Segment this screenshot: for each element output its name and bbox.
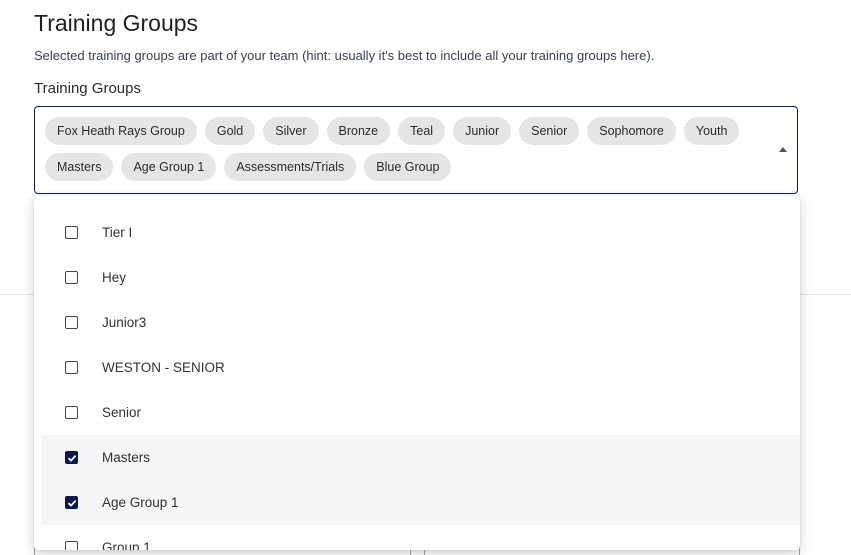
option-label: Senior [102, 405, 142, 420]
dropdown-option[interactable]: Group 1 [41, 525, 800, 550]
checkbox[interactable] [65, 316, 78, 329]
page-subtitle: Selected training groups are part of you… [34, 48, 655, 63]
option-label: Hey [102, 270, 127, 285]
chip[interactable]: Youth [683, 117, 740, 145]
page-title: Training Groups [34, 10, 199, 36]
chip-list: Fox Heath Rays Group Gold Silver Bronze … [45, 117, 765, 181]
chip[interactable]: Sophomore [587, 117, 676, 145]
checkbox[interactable] [65, 451, 78, 464]
option-label: Masters [102, 450, 151, 465]
option-label: Tier I [102, 225, 133, 240]
check-icon [67, 454, 76, 462]
chip[interactable]: Senior [519, 117, 580, 145]
dropdown-option[interactable]: Senior [41, 390, 800, 435]
chip[interactable]: Gold [204, 117, 256, 145]
dropdown-option[interactable]: Masters [41, 435, 800, 480]
checkbox[interactable] [65, 271, 78, 284]
option-label: Group 1 [102, 540, 151, 550]
checkbox[interactable] [65, 541, 78, 550]
option-label: Age Group 1 [102, 495, 179, 510]
dropdown-option[interactable]: Junior3 [41, 300, 800, 345]
training-groups-label: Training Groups [34, 80, 141, 97]
chip[interactable]: Junior [453, 117, 512, 145]
chip[interactable]: Teal [398, 117, 446, 145]
checkbox[interactable] [65, 226, 78, 239]
check-icon [67, 499, 76, 507]
dropdown-option[interactable]: Hey [41, 255, 800, 300]
chip[interactable]: Bronze [326, 117, 391, 145]
training-groups-select[interactable]: Fox Heath Rays Group Gold Silver Bronze … [34, 106, 798, 194]
option-label: Junior3 [102, 315, 147, 330]
checkbox[interactable] [65, 496, 78, 509]
dropdown-option[interactable]: Age Group 1 [41, 480, 800, 525]
dropdown-option[interactable]: Tier I [41, 210, 800, 255]
chip[interactable]: Fox Heath Rays Group [45, 117, 197, 145]
option-label: WESTON - SENIOR [102, 360, 225, 375]
chip[interactable]: Masters [45, 153, 114, 181]
chip[interactable]: Age Group 1 [121, 153, 217, 181]
caret-up-icon[interactable] [779, 147, 787, 152]
chip[interactable]: Silver [263, 117, 319, 145]
dropdown-option[interactable]: WESTON - SENIOR [41, 345, 800, 390]
chip[interactable]: Blue Group [364, 153, 452, 181]
checkbox[interactable] [65, 406, 78, 419]
chip[interactable]: Assessments/Trials [224, 153, 357, 181]
checkbox[interactable] [65, 361, 78, 374]
training-groups-dropdown: Tier I Hey Junior3 WESTON - SENIOR Senio… [34, 196, 800, 550]
